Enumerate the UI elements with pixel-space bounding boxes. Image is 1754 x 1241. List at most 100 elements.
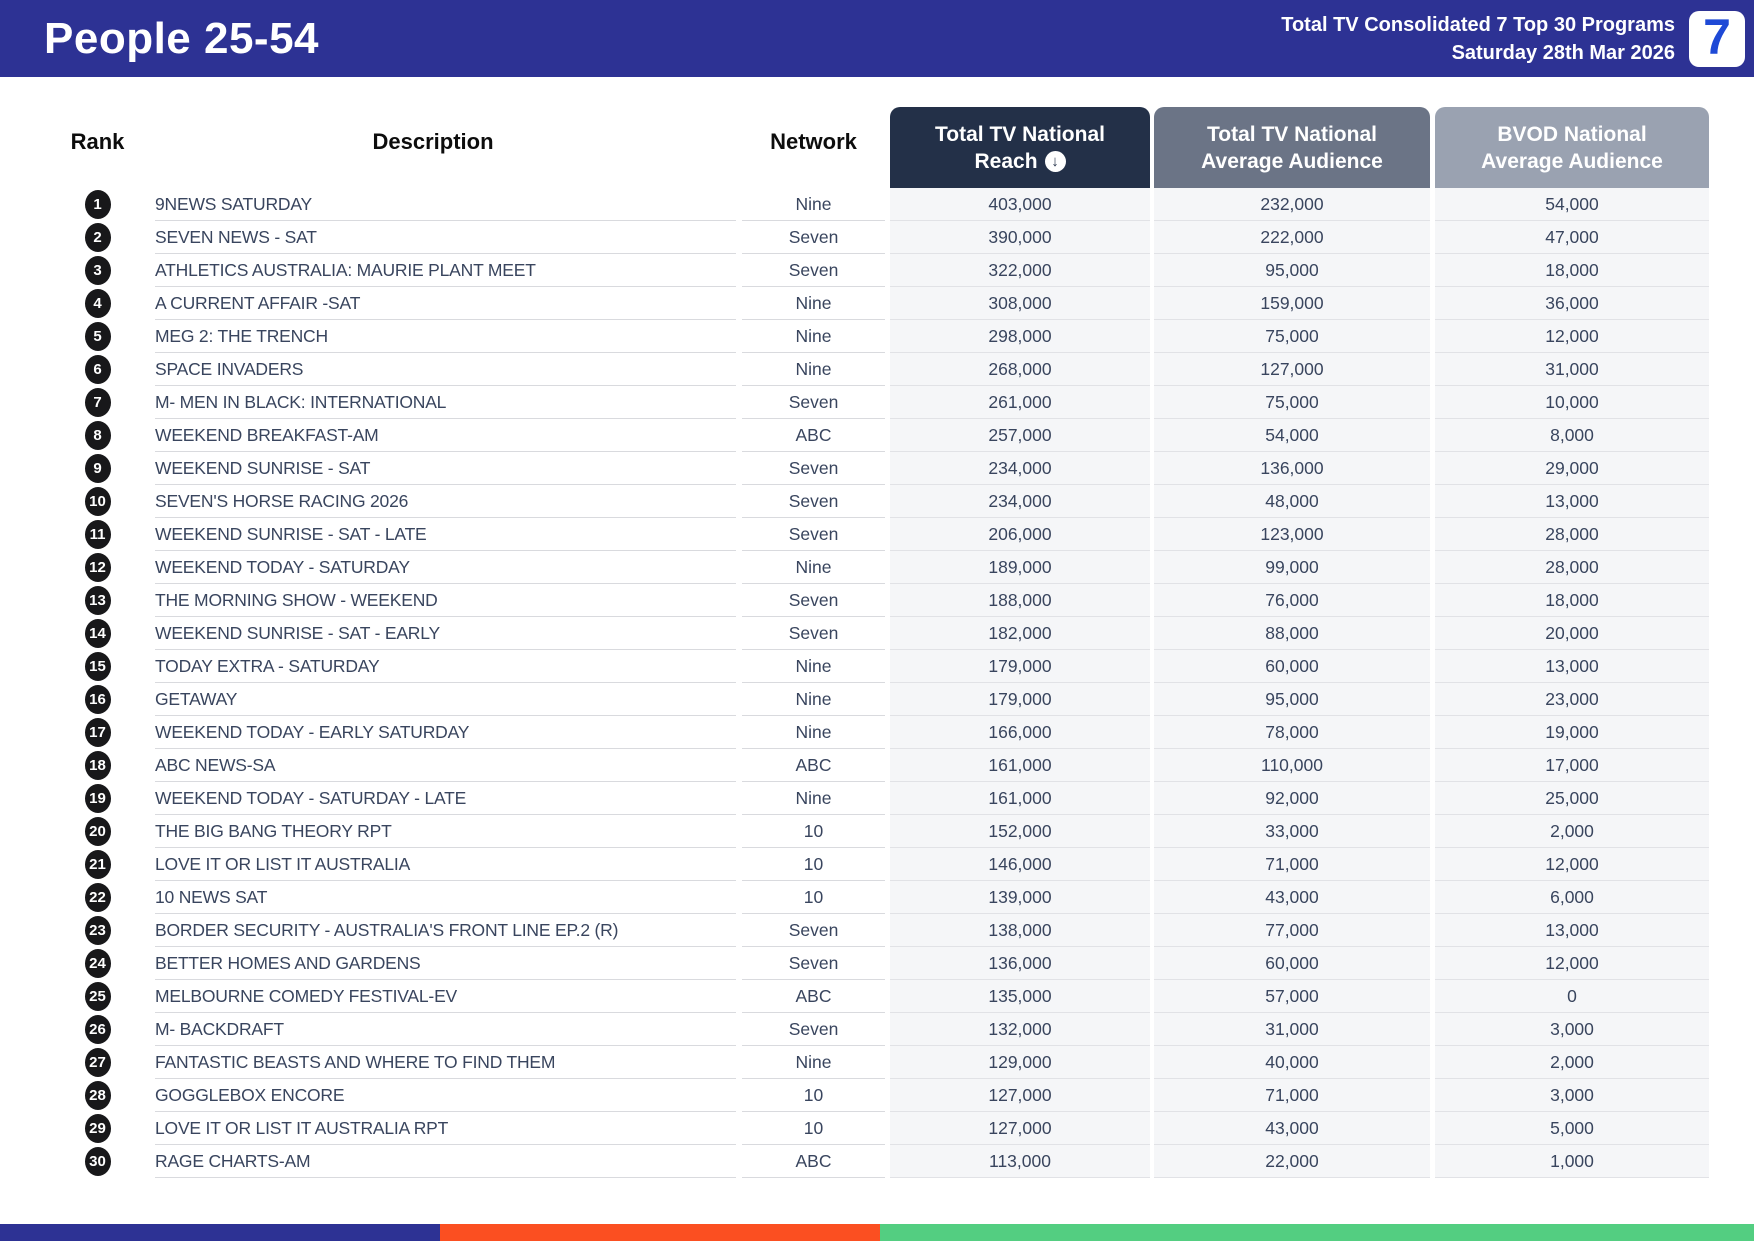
rank-badge: 2 bbox=[84, 223, 111, 252]
footer-color-bar bbox=[0, 1224, 1754, 1241]
total-tv-national-reach-value: 166,000 bbox=[890, 716, 1150, 749]
program-network: Nine bbox=[742, 716, 885, 749]
rank-badge: 20 bbox=[84, 817, 111, 846]
total-tv-national-reach-value: 257,000 bbox=[890, 419, 1150, 452]
program-network: Nine bbox=[742, 353, 885, 386]
total-tv-national-reach-value: 268,000 bbox=[890, 353, 1150, 386]
bvod-national-average-audience-value: 13,000 bbox=[1435, 650, 1709, 683]
total-tv-national-reach-value: 139,000 bbox=[890, 881, 1150, 914]
program-description: ABC NEWS-SA bbox=[130, 749, 736, 782]
program-description: 10 NEWS SAT bbox=[130, 881, 736, 914]
program-network: Nine bbox=[742, 320, 885, 353]
total-tv-national-average-audience-value: 92,000 bbox=[1154, 782, 1430, 815]
table-row: 13 THE MORNING SHOW - WEEKEND Seven 188,… bbox=[65, 584, 1709, 617]
bvod-national-average-audience-value: 5,000 bbox=[1435, 1112, 1709, 1145]
bvod-national-average-audience-value: 17,000 bbox=[1435, 749, 1709, 782]
rank-badge: 18 bbox=[84, 751, 111, 780]
program-network: ABC bbox=[742, 1145, 885, 1178]
program-network: ABC bbox=[742, 980, 885, 1013]
table-row: 12 WEEKEND TODAY - SATURDAY Nine 189,000… bbox=[65, 551, 1709, 584]
program-description: WEEKEND BREAKFAST-AM bbox=[130, 419, 736, 452]
program-network: Seven bbox=[742, 386, 885, 419]
column-header-total-tv-national-reach[interactable]: Total TV National Reach ↓ bbox=[890, 107, 1150, 188]
total-tv-national-reach-value: 298,000 bbox=[890, 320, 1150, 353]
rank-badge: 6 bbox=[84, 355, 111, 384]
total-tv-national-average-audience-value: 43,000 bbox=[1154, 1112, 1430, 1145]
bvod-national-average-audience-value: 2,000 bbox=[1435, 1046, 1709, 1079]
rank-badge: 19 bbox=[84, 784, 111, 813]
rank-badge: 25 bbox=[84, 982, 111, 1011]
column-header-description: Description bbox=[372, 129, 494, 154]
rank-badge: 14 bbox=[84, 619, 111, 648]
program-description: WEEKEND TODAY - SATURDAY bbox=[130, 551, 736, 584]
total-tv-national-average-audience-value: 75,000 bbox=[1154, 386, 1430, 419]
bvod-national-average-audience-value: 3,000 bbox=[1435, 1013, 1709, 1046]
program-description: FANTASTIC BEASTS AND WHERE TO FIND THEM bbox=[130, 1046, 736, 1079]
rank-badge: 7 bbox=[84, 388, 111, 417]
program-network: Seven bbox=[742, 584, 885, 617]
program-description: WEEKEND TODAY - EARLY SATURDAY bbox=[130, 716, 736, 749]
total-tv-national-average-audience-value: 31,000 bbox=[1154, 1013, 1430, 1046]
rank-badge: 15 bbox=[84, 652, 111, 681]
total-tv-national-average-audience-value: 136,000 bbox=[1154, 452, 1430, 485]
total-tv-national-average-audience-value: 159,000 bbox=[1154, 287, 1430, 320]
total-tv-national-average-audience-value: 76,000 bbox=[1154, 584, 1430, 617]
program-network: Seven bbox=[742, 254, 885, 287]
column-header-total-tv-national-average-audience[interactable]: Total TV National Average Audience bbox=[1154, 107, 1430, 188]
total-tv-national-reach-value: 127,000 bbox=[890, 1079, 1150, 1112]
total-tv-national-reach-value: 234,000 bbox=[890, 485, 1150, 518]
table-row: 7 M- MEN IN BLACK: INTERNATIONAL Seven 2… bbox=[65, 386, 1709, 419]
rank-badge: 17 bbox=[84, 718, 111, 747]
bvod-national-average-audience-value: 23,000 bbox=[1435, 683, 1709, 716]
program-description: LOVE IT OR LIST IT AUSTRALIA bbox=[130, 848, 736, 881]
rank-badge: 8 bbox=[84, 421, 111, 450]
column-header-bvod-national-average-audience[interactable]: BVOD National Average Audience bbox=[1435, 107, 1709, 188]
total-tv-national-average-audience-value: 71,000 bbox=[1154, 848, 1430, 881]
rank-badge: 13 bbox=[84, 586, 111, 615]
rank-badge: 3 bbox=[84, 256, 111, 285]
bvod-national-average-audience-value: 19,000 bbox=[1435, 716, 1709, 749]
bvod-national-average-audience-value: 47,000 bbox=[1435, 221, 1709, 254]
rank-badge: 16 bbox=[84, 685, 111, 714]
total-tv-national-average-audience-value: 43,000 bbox=[1154, 881, 1430, 914]
table-row: 3 ATHLETICS AUSTRALIA: MAURIE PLANT MEET… bbox=[65, 254, 1709, 287]
total-tv-national-reach-value: 390,000 bbox=[890, 221, 1150, 254]
bvod-national-average-audience-value: 13,000 bbox=[1435, 485, 1709, 518]
total-tv-national-average-audience-value: 57,000 bbox=[1154, 980, 1430, 1013]
total-tv-national-reach-value: 135,000 bbox=[890, 980, 1150, 1013]
program-description: WEEKEND SUNRISE - SAT - EARLY bbox=[130, 617, 736, 650]
total-tv-national-reach-value: 161,000 bbox=[890, 749, 1150, 782]
report-meta: Total TV Consolidated 7 Top 30 Programs … bbox=[1281, 11, 1675, 67]
total-tv-national-reach-value: 322,000 bbox=[890, 254, 1150, 287]
program-description: 9NEWS SATURDAY bbox=[130, 188, 736, 221]
bvod-national-average-audience-value: 28,000 bbox=[1435, 551, 1709, 584]
top-banner: People 25-54 Total TV Consolidated 7 Top… bbox=[0, 0, 1754, 77]
total-tv-national-reach-value: 234,000 bbox=[890, 452, 1150, 485]
program-description: RAGE CHARTS-AM bbox=[130, 1145, 736, 1178]
table-row: 20 THE BIG BANG THEORY RPT 10 152,000 33… bbox=[65, 815, 1709, 848]
total-tv-national-average-audience-value: 60,000 bbox=[1154, 947, 1430, 980]
rank-badge: 26 bbox=[84, 1015, 111, 1044]
footer-segment-blue bbox=[0, 1224, 440, 1241]
program-network: 10 bbox=[742, 848, 885, 881]
program-network: Seven bbox=[742, 221, 885, 254]
total-tv-national-average-audience-value: 40,000 bbox=[1154, 1046, 1430, 1079]
program-description: GETAWAY bbox=[130, 683, 736, 716]
total-tv-national-reach-value: 179,000 bbox=[890, 683, 1150, 716]
program-description: BETTER HOMES AND GARDENS bbox=[130, 947, 736, 980]
bvod-national-average-audience-value: 18,000 bbox=[1435, 584, 1709, 617]
rank-badge: 1 bbox=[84, 190, 111, 219]
bvod-national-average-audience-value: 8,000 bbox=[1435, 419, 1709, 452]
total-tv-national-average-audience-value: 60,000 bbox=[1154, 650, 1430, 683]
total-tv-national-average-audience-value: 127,000 bbox=[1154, 353, 1430, 386]
bvod-national-average-audience-value: 29,000 bbox=[1435, 452, 1709, 485]
total-tv-national-reach-value: 161,000 bbox=[890, 782, 1150, 815]
table-row: 5 MEG 2: THE TRENCH Nine 298,000 75,000 … bbox=[65, 320, 1709, 353]
bvod-national-average-audience-value: 20,000 bbox=[1435, 617, 1709, 650]
column-header-network: Network bbox=[770, 129, 857, 154]
program-description: SPACE INVADERS bbox=[130, 353, 736, 386]
sort-descending-icon[interactable]: ↓ bbox=[1044, 150, 1066, 172]
bvod-national-average-audience-value: 12,000 bbox=[1435, 947, 1709, 980]
total-tv-national-reach-value: 146,000 bbox=[890, 848, 1150, 881]
bvod-national-average-audience-value: 3,000 bbox=[1435, 1079, 1709, 1112]
